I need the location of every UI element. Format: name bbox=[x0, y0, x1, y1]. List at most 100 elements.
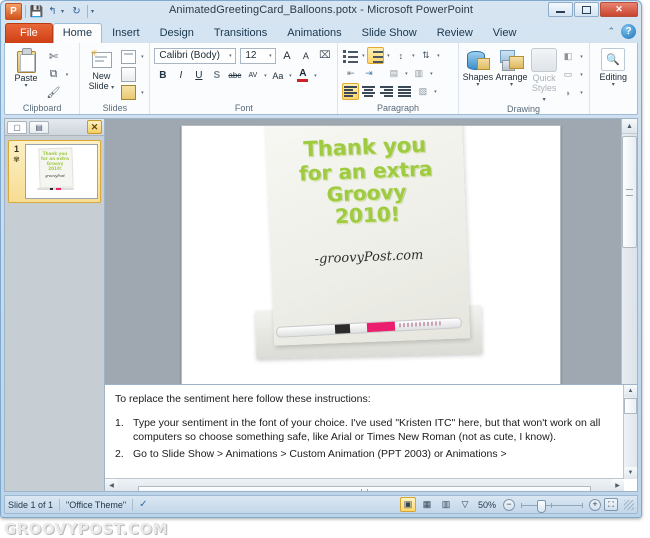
notes-hscroll-thumb[interactable] bbox=[137, 486, 592, 491]
slide-canvas[interactable]: Thank you for an extra Groovy 2010! -gro… bbox=[181, 125, 561, 402]
slide-show-view-button[interactable]: ▽ bbox=[457, 497, 473, 512]
section-icon[interactable] bbox=[120, 84, 137, 101]
align-right-icon[interactable] bbox=[378, 83, 395, 100]
text-shadow-icon[interactable]: S bbox=[208, 67, 225, 84]
help-icon[interactable]: ? bbox=[621, 24, 636, 39]
scroll-thumb[interactable] bbox=[622, 136, 637, 248]
italic-icon[interactable]: I bbox=[172, 67, 189, 84]
tab-outline-icon[interactable]: ▤ bbox=[29, 120, 49, 134]
columns-icon[interactable]: ▤ bbox=[385, 65, 402, 82]
format-painter-icon[interactable]: 🖌 bbox=[45, 84, 62, 101]
quick-styles-button[interactable]: Quick Styles ▾ bbox=[530, 47, 559, 103]
notes-scroll-down-icon[interactable]: ▼ bbox=[624, 467, 637, 479]
shapes-button[interactable]: Shapes ▾ bbox=[463, 47, 494, 88]
tab-view[interactable]: View bbox=[483, 23, 527, 43]
editing-caret-icon[interactable]: ▾ bbox=[612, 82, 615, 88]
maximize-button[interactable] bbox=[574, 2, 599, 17]
bold-icon[interactable]: B bbox=[154, 67, 171, 84]
notes-scroll-up-icon[interactable]: ▲ bbox=[624, 385, 637, 397]
line-spacing-icon[interactable]: ↕ bbox=[392, 47, 409, 64]
fit-to-window-button[interactable]: ⛶ bbox=[604, 498, 618, 511]
notes-vertical-scrollbar[interactable]: ▲ ▼ bbox=[623, 385, 637, 479]
grow-font-icon[interactable]: A bbox=[278, 47, 295, 64]
font-color-caret-icon[interactable]: ▾ bbox=[312, 73, 318, 79]
notes-scroll-thumb[interactable] bbox=[624, 398, 637, 414]
tab-transitions[interactable]: Transitions bbox=[204, 23, 277, 43]
character-spacing-caret-icon[interactable]: ▾ bbox=[262, 73, 268, 79]
text-direction-caret-icon[interactable]: ▾ bbox=[435, 53, 441, 59]
reset-slide-icon[interactable] bbox=[120, 66, 137, 83]
arrange-button[interactable]: Arrange ▾ bbox=[494, 47, 529, 88]
new-slide-button[interactable]: ✳ New Slide ▾ bbox=[84, 47, 118, 91]
minimize-button[interactable] bbox=[548, 2, 573, 17]
change-case-icon[interactable]: Aa bbox=[269, 67, 286, 84]
thumbnail-slide-1[interactable]: 1 ✾ Thank you for an extra Groovy 2010! gro… bbox=[8, 140, 101, 203]
shape-fill-icon[interactable]: ◧ bbox=[560, 48, 577, 65]
decrease-indent-icon[interactable]: ⇤ bbox=[342, 65, 359, 82]
bullets-caret-icon[interactable]: ▾ bbox=[360, 53, 366, 59]
convert-smartart-caret-icon[interactable]: ▾ bbox=[432, 89, 438, 95]
new-slide-caret-icon[interactable]: ▾ bbox=[111, 85, 114, 91]
shapes-caret-icon[interactable]: ▾ bbox=[476, 82, 479, 88]
minimize-ribbon-icon[interactable]: ⌃ bbox=[607, 26, 615, 37]
shrink-font-icon[interactable]: A bbox=[297, 47, 314, 64]
tab-file[interactable]: File bbox=[5, 23, 53, 43]
arrange-caret-icon[interactable]: ▾ bbox=[510, 82, 513, 88]
zoom-slider[interactable] bbox=[521, 499, 583, 513]
shape-effects-icon[interactable]: ◗ bbox=[560, 84, 577, 101]
spell-check-icon[interactable]: ✓ bbox=[139, 499, 147, 510]
notes-pane[interactable]: To replace the sentiment here follow the… bbox=[104, 384, 638, 492]
cut-icon[interactable]: ✄ bbox=[45, 48, 62, 65]
normal-view-button[interactable]: ▣ bbox=[399, 497, 416, 512]
tab-slide-show[interactable]: Slide Show bbox=[352, 23, 427, 43]
text-direction-icon[interactable]: ⇅ bbox=[417, 47, 434, 64]
font-size-input[interactable]: 12 ▾ bbox=[240, 47, 277, 64]
slide-sorter-view-button[interactable]: ▦ bbox=[419, 497, 435, 512]
line-spacing-caret-icon[interactable]: ▾ bbox=[410, 53, 416, 59]
tab-slides-icon[interactable]: ▢ bbox=[7, 120, 27, 134]
columns-caret-icon[interactable]: ▾ bbox=[403, 71, 409, 77]
underline-icon[interactable]: U bbox=[190, 67, 207, 84]
align-text-caret-icon[interactable]: ▾ bbox=[428, 71, 434, 77]
copy-icon[interactable]: ⧉ bbox=[45, 66, 62, 83]
paste-button[interactable]: Paste ▾ bbox=[9, 47, 43, 89]
notes-scroll-right-icon[interactable]: ▶ bbox=[611, 479, 624, 491]
section-caret-icon[interactable]: ▾ bbox=[139, 90, 145, 96]
change-case-caret-icon[interactable]: ▾ bbox=[287, 73, 293, 79]
bullets-icon[interactable] bbox=[342, 47, 359, 64]
paste-caret-icon[interactable]: ▾ bbox=[24, 83, 27, 89]
strikethrough-icon[interactable]: abc bbox=[226, 67, 243, 84]
convert-smartart-icon[interactable]: ▧ bbox=[414, 83, 431, 100]
shape-fill-caret-icon[interactable]: ▾ bbox=[579, 54, 585, 60]
editing-button[interactable]: 🔍 Editing ▾ bbox=[594, 47, 632, 88]
shape-effects-caret-icon[interactable]: ▾ bbox=[579, 90, 585, 96]
close-button[interactable]: ✕ bbox=[600, 2, 638, 17]
increase-indent-icon[interactable]: ⇥ bbox=[360, 65, 377, 82]
notes-horizontal-scrollbar[interactable]: ◀ ▶ bbox=[105, 478, 624, 491]
tab-insert[interactable]: Insert bbox=[102, 23, 150, 43]
tab-design[interactable]: Design bbox=[150, 23, 204, 43]
zoom-slider-handle[interactable] bbox=[537, 499, 546, 513]
copy-caret-icon[interactable]: ▾ bbox=[64, 72, 70, 78]
slide-layout-icon[interactable] bbox=[120, 48, 137, 65]
align-text-icon[interactable]: ▥ bbox=[410, 65, 427, 82]
align-left-icon[interactable] bbox=[342, 83, 360, 100]
shape-outline-caret-icon[interactable]: ▾ bbox=[579, 72, 585, 78]
scroll-up-icon[interactable]: ▲ bbox=[622, 119, 637, 134]
font-color-icon[interactable]: A bbox=[294, 67, 311, 84]
notes-content[interactable]: To replace the sentiment here follow the… bbox=[105, 385, 637, 461]
tab-review[interactable]: Review bbox=[427, 23, 483, 43]
numbering-icon[interactable] bbox=[367, 47, 385, 64]
clear-formatting-icon[interactable]: ⌧ bbox=[316, 47, 333, 64]
character-spacing-icon[interactable]: AV bbox=[244, 67, 261, 84]
resize-grip[interactable] bbox=[624, 499, 634, 510]
font-size-caret-icon[interactable]: ▾ bbox=[267, 53, 273, 59]
reading-view-button[interactable]: ▥ bbox=[438, 497, 454, 512]
align-center-icon[interactable] bbox=[360, 83, 377, 100]
tab-animations[interactable]: Animations bbox=[277, 23, 351, 43]
tab-home[interactable]: Home bbox=[52, 23, 103, 43]
numbering-caret-icon[interactable]: ▾ bbox=[385, 53, 391, 59]
layout-caret-icon[interactable]: ▾ bbox=[139, 54, 145, 60]
greeting-card[interactable]: Thank you for an extra Groovy 2010! -gro… bbox=[265, 126, 471, 346]
font-name-input[interactable]: Calibri (Body) ▾ bbox=[154, 47, 237, 64]
